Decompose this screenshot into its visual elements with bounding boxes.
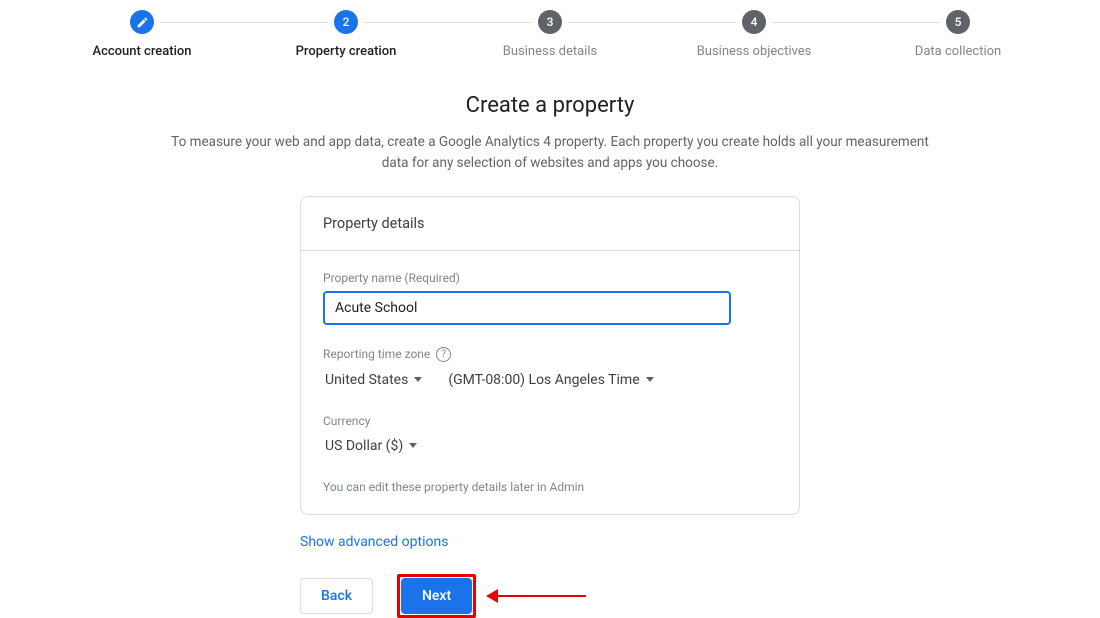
step-data-collection: 5 Data collection <box>856 10 1060 59</box>
caret-down-icon <box>414 377 422 382</box>
show-advanced-options-link[interactable]: Show advanced options <box>300 534 448 550</box>
step-number-icon: 3 <box>538 10 562 34</box>
check-icon <box>130 10 154 34</box>
stepper: Account creation 2 Property creation 3 B… <box>0 0 1100 59</box>
step-number-icon: 5 <box>946 10 970 34</box>
button-row: Back Next <box>300 574 800 618</box>
card-section-title: Property details <box>301 197 799 251</box>
next-button[interactable]: Next <box>401 578 472 614</box>
edit-later-hint: You can edit these property details late… <box>323 480 777 494</box>
property-details-card: Property details Property name (Required… <box>300 196 800 515</box>
page-subtitle: To measure your web and app data, create… <box>170 132 930 174</box>
currency-select[interactable]: US Dollar ($) <box>323 434 419 458</box>
step-business-objectives: 4 Business objectives <box>652 10 856 59</box>
caret-down-icon <box>646 377 654 382</box>
step-label: Property creation <box>296 44 397 59</box>
timezone-label: Reporting time zone ? <box>323 347 777 362</box>
timezone-offset-select[interactable]: (GMT-08:00) Los Angeles Time <box>446 368 655 392</box>
step-label: Business details <box>503 44 597 59</box>
step-number-icon: 2 <box>334 10 358 34</box>
page-title: Create a property <box>0 93 1100 118</box>
step-business-details: 3 Business details <box>448 10 652 59</box>
step-account-creation[interactable]: Account creation <box>40 10 244 59</box>
timezone-country-select[interactable]: United States <box>323 368 424 392</box>
step-property-creation[interactable]: 2 Property creation <box>244 10 448 59</box>
step-number-icon: 4 <box>742 10 766 34</box>
back-button[interactable]: Back <box>300 578 373 614</box>
currency-label: Currency <box>323 414 777 428</box>
step-label: Account creation <box>92 44 191 59</box>
help-icon[interactable]: ? <box>436 347 451 362</box>
annotation-arrow-icon <box>496 595 586 597</box>
page-heading: Create a property To measure your web an… <box>0 93 1100 174</box>
property-name-label: Property name (Required) <box>323 271 777 285</box>
step-label: Data collection <box>915 44 1001 59</box>
property-name-input[interactable] <box>323 291 731 325</box>
caret-down-icon <box>409 443 417 448</box>
annotation-highlight: Next <box>397 574 476 618</box>
step-label: Business objectives <box>697 44 812 59</box>
